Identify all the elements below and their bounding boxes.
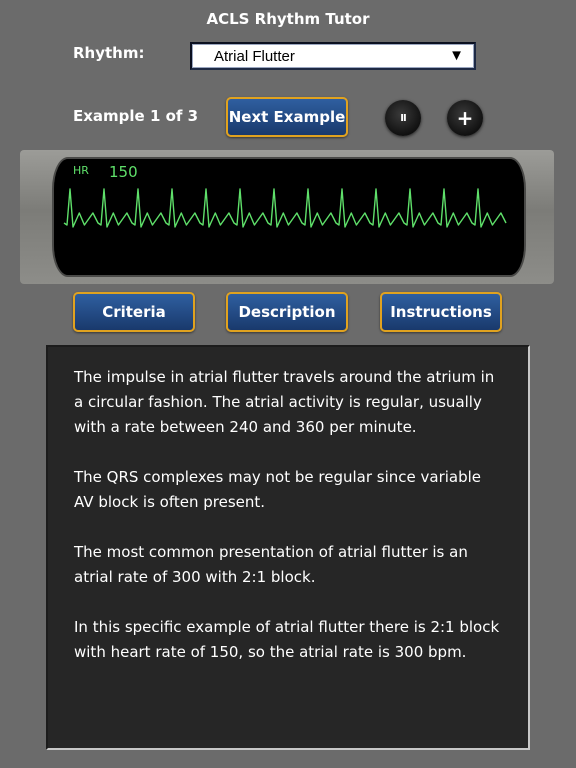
pause-icon: II (400, 112, 407, 124)
next-example-button[interactable]: Next Example (226, 97, 348, 137)
dropdown-arrow-icon: ▼ (449, 47, 464, 64)
description-paragraph: The most common presentation of atrial f… (74, 543, 468, 586)
description-panel: The impulse in atrial flutter travels ar… (46, 345, 530, 750)
description-paragraph: In this specific example of atrial flutt… (74, 618, 500, 661)
hr-label: HR (73, 164, 89, 177)
pause-button[interactable]: II (385, 100, 421, 136)
rhythm-label: Rhythm: (73, 44, 145, 62)
description-paragraph: The impulse in atrial flutter travels ar… (74, 368, 495, 436)
app-title: ACLS Rhythm Tutor (206, 10, 370, 28)
rhythm-select[interactable]: Atrial Flutter ▼ (190, 42, 476, 70)
rhythm-selected-value: Atrial Flutter (214, 47, 295, 65)
example-counter: Example 1 of 3 (73, 107, 199, 125)
tab-instructions[interactable]: Instructions (380, 292, 502, 332)
description-paragraph: The QRS complexes may not be regular sin… (74, 468, 482, 511)
tab-description[interactable]: Description (226, 292, 348, 332)
hr-value: 150 (109, 163, 138, 181)
add-button[interactable]: + (447, 100, 483, 136)
plus-icon: + (456, 106, 474, 130)
ecg-waveform (63, 188, 507, 228)
tab-criteria[interactable]: Criteria (73, 292, 195, 332)
